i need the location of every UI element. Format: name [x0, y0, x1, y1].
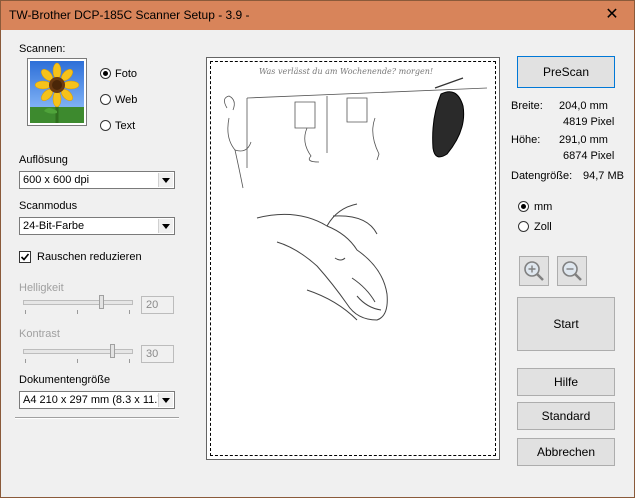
scanmode-value: 24-Bit-Farbe — [23, 220, 85, 232]
width-label: Breite: — [511, 100, 543, 112]
resolution-value: 600 x 600 dpi — [23, 174, 90, 186]
slider-tick — [77, 359, 78, 363]
contrast-slider-track[interactable] — [23, 349, 133, 354]
scan-mode-web-label[interactable]: Web — [115, 94, 137, 106]
scan-mode-text-radio[interactable] — [100, 120, 111, 131]
chevron-down-icon[interactable] — [158, 393, 173, 407]
noise-reduction-checkbox[interactable] — [19, 251, 31, 263]
scan-mode-foto-radio[interactable] — [100, 68, 111, 79]
scanmode-select[interactable]: 24-Bit-Farbe — [19, 217, 175, 235]
docsize-select[interactable]: A4 210 x 297 mm (8.3 x 11.7 in) — [19, 391, 175, 409]
help-button[interactable]: Hilfe — [517, 368, 615, 396]
contrast-label: Kontrast — [19, 328, 60, 340]
title-bar: TW-Brother DCP-185C Scanner Setup - 3.9 … — [1, 1, 634, 30]
zoom-in-icon — [524, 261, 544, 281]
zoom-out-icon — [562, 261, 582, 281]
contrast-value-field[interactable]: 30 — [141, 345, 174, 363]
contrast-slider-handle[interactable] — [110, 344, 115, 358]
unit-zoll-label[interactable]: Zoll — [534, 221, 552, 233]
scan-type-label: Scannen: — [19, 43, 66, 55]
brightness-slider-track[interactable] — [23, 300, 133, 305]
prescan-button[interactable]: PreScan — [517, 56, 615, 88]
height-mm-value: 291,0 mm — [559, 134, 608, 146]
zoom-out-button[interactable] — [557, 256, 587, 286]
filesize-value: 94,7 MB — [583, 170, 624, 182]
scan-mode-foto-label[interactable]: Foto — [115, 68, 137, 80]
start-button[interactable]: Start — [517, 297, 615, 351]
resolution-select[interactable]: 600 x 600 dpi — [19, 171, 175, 189]
width-px-value: 4819 Pixel — [563, 116, 615, 128]
sunflower-photo-icon — [27, 58, 87, 126]
scanmode-label: Scanmodus — [19, 200, 78, 212]
slider-tick — [129, 310, 130, 314]
unit-mm-label[interactable]: mm — [534, 201, 552, 213]
checkmark-icon — [20, 253, 30, 261]
window-title: TW-Brother DCP-185C Scanner Setup - 3.9 … — [9, 8, 250, 22]
contrast-value: 30 — [146, 348, 159, 360]
preview-sketch-image: Was verlässt du am Wochenende? morgen! — [224, 67, 488, 321]
preview-handwriting: Was verlässt du am Wochenende? morgen! — [259, 67, 433, 76]
docsize-value: A4 210 x 297 mm (8.3 x 11.7 in) — [23, 394, 159, 406]
filesize-label: Datengröße: — [511, 170, 573, 182]
chevron-down-icon[interactable] — [158, 173, 173, 187]
scan-preview-area[interactable]: Was verlässt du am Wochenende? morgen! — [206, 57, 500, 460]
close-button[interactable]: ✕ — [590, 1, 634, 30]
divider — [15, 417, 179, 419]
height-px-value: 6874 Pixel — [563, 150, 615, 162]
width-mm-value: 204,0 mm — [559, 100, 608, 112]
resolution-label: Auflösung — [19, 154, 68, 166]
scan-mode-text-label[interactable]: Text — [115, 120, 135, 132]
chevron-down-icon[interactable] — [158, 219, 173, 233]
brightness-value: 20 — [146, 299, 159, 311]
scanner-setup-window: TW-Brother DCP-185C Scanner Setup - 3.9 … — [0, 0, 635, 498]
scan-mode-web-radio[interactable] — [100, 94, 111, 105]
slider-tick — [25, 310, 26, 314]
default-button[interactable]: Standard — [517, 402, 615, 430]
brightness-value-field[interactable]: 20 — [141, 296, 174, 314]
zoom-in-button[interactable] — [519, 256, 549, 286]
cancel-button[interactable]: Abbrechen — [517, 438, 615, 466]
height-label: Höhe: — [511, 134, 541, 146]
brightness-label: Helligkeit — [19, 282, 64, 294]
noise-reduction-label[interactable]: Rauschen reduzieren — [37, 251, 142, 263]
docsize-label: Dokumentengröße — [19, 374, 111, 386]
brightness-slider-handle[interactable] — [99, 295, 104, 309]
unit-mm-radio[interactable] — [518, 201, 529, 212]
unit-zoll-radio[interactable] — [518, 221, 529, 232]
slider-tick — [77, 310, 78, 314]
slider-tick — [25, 359, 26, 363]
slider-tick — [129, 359, 130, 363]
